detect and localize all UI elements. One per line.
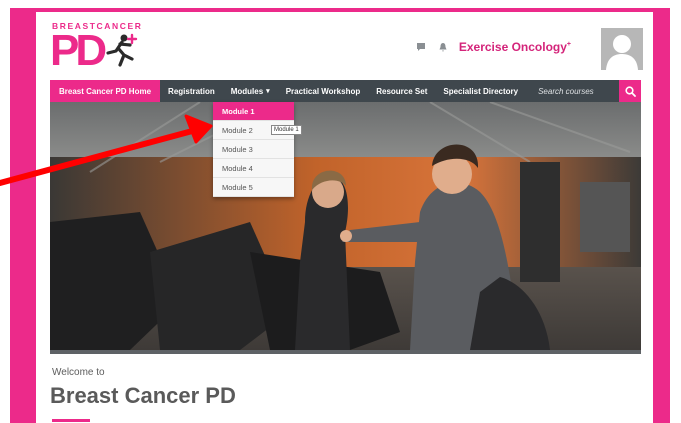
user-name-suffix: +	[566, 41, 571, 48]
welcome-text: Welcome to	[52, 367, 105, 378]
site-logo[interactable]: BREASTCANCER PD	[50, 21, 142, 77]
user-menu-link[interactable]: Exercise Oncology+	[459, 40, 571, 54]
nav-modules[interactable]: Modules ▾	[223, 80, 278, 102]
nav-home[interactable]: Breast Cancer PD Home	[50, 80, 161, 102]
logo-main-text: PD	[50, 26, 107, 75]
dropdown-item-module-3[interactable]: Module 3	[213, 140, 294, 159]
hero-image	[50, 102, 641, 350]
page-title: Breast Cancer PD	[50, 383, 236, 408]
nav-resource-set[interactable]: Resource Set	[368, 80, 435, 102]
chevron-down-icon: ▾	[266, 88, 270, 95]
chat-icon[interactable]	[415, 41, 427, 53]
nav-practical-workshop[interactable]: Practical Workshop	[278, 80, 369, 102]
nav-registration[interactable]: Registration	[160, 80, 223, 102]
search-icon	[624, 85, 636, 97]
dropdown-item-module-4[interactable]: Module 4	[213, 159, 294, 178]
nav-specialist-directory[interactable]: Specialist Directory	[435, 80, 526, 102]
modules-dropdown-menu: Module 1 Module 2 Module 3 Module 4 Modu…	[213, 102, 294, 197]
avatar[interactable]	[601, 28, 643, 70]
avatar-icon	[601, 28, 643, 70]
screenshot-frame: BREASTCANCER PD Exercise Oncology+ Breas…	[0, 0, 681, 423]
hero-divider	[50, 350, 641, 354]
title-underline	[52, 419, 90, 422]
main-navbar: Breast Cancer PD Home Registration Modul…	[50, 80, 641, 102]
user-name-text: Exercise Oncology	[458, 40, 567, 54]
nav-modules-label: Modules	[230, 86, 264, 96]
tooltip: Module 1	[271, 125, 302, 135]
runner-icon	[106, 33, 138, 67]
search-button[interactable]	[619, 80, 641, 102]
bell-icon[interactable]	[437, 41, 449, 53]
dropdown-item-module-5[interactable]: Module 5	[213, 178, 294, 197]
header-user-area: Exercise Oncology+	[415, 40, 571, 54]
page: BREASTCANCER PD Exercise Oncology+ Breas…	[36, 12, 653, 423]
dropdown-item-module-1[interactable]: Module 1	[213, 102, 294, 121]
